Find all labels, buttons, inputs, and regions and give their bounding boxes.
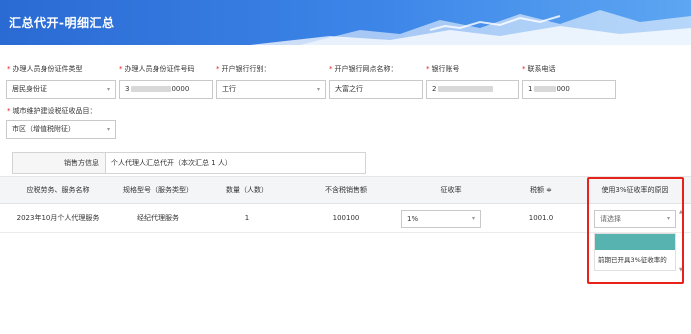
page-header: 汇总代开-明细汇总 xyxy=(0,0,691,45)
bank-account-input[interactable]: 2 xyxy=(426,80,519,99)
page-title: 汇总代开-明细汇总 xyxy=(9,16,115,30)
col-amount: 不含税销售额 xyxy=(325,186,367,194)
bank-branch-label: * 开户银行网点名称： xyxy=(329,65,398,73)
masked-value xyxy=(438,86,494,92)
id-type-select[interactable]: 居民身份证 ▾ xyxy=(6,80,116,99)
city-tax-label: * 城市维护建设税征收品目： xyxy=(7,107,97,115)
city-tax-select[interactable]: 市区（增值税附征） ▾ xyxy=(6,120,116,139)
rate-select[interactable]: 1% ▾ xyxy=(401,210,481,228)
seller-info-label: 销售方信息 xyxy=(13,153,106,173)
phone-input[interactable]: 1 000 xyxy=(522,80,616,99)
masked-value xyxy=(131,86,172,92)
cell-service: 2023年10月个人代理服务 xyxy=(16,214,100,222)
col-tax[interactable]: 税额 ≑ xyxy=(496,177,586,203)
seller-info-value: 个人代理人汇总代开（本次汇总 1 人） xyxy=(111,159,232,167)
id-type-label: * 办理人员身份证件类型 xyxy=(7,65,83,73)
chevron-down-icon: ▾ xyxy=(106,86,110,93)
bank-type-label: * 开户银行行别： xyxy=(216,65,271,73)
chevron-down-icon: ▾ xyxy=(471,215,475,222)
highlight-box xyxy=(587,177,684,284)
col-count: 数量（人数） xyxy=(226,186,268,194)
bank-type-select[interactable]: 工行 ▾ xyxy=(216,80,326,99)
chevron-down-icon: ▾ xyxy=(316,86,320,93)
id-number-input[interactable]: 3 0000 xyxy=(119,80,213,99)
masked-value xyxy=(534,86,557,92)
cell-spec: 经纪代理服务 xyxy=(137,214,179,222)
bank-branch-input[interactable]: 大富之行 xyxy=(329,80,423,99)
col-rate: 征收率 xyxy=(440,186,462,194)
cell-tax: 1001.0 xyxy=(528,214,554,222)
phone-label: * 联系电话 xyxy=(522,65,556,73)
cell-count: 1 xyxy=(244,214,250,222)
cell-amount: 100100 xyxy=(332,214,360,222)
col-service: 应税劳务、服务名称 xyxy=(26,186,90,194)
chevron-down-icon: ▾ xyxy=(106,126,110,133)
id-number-label: * 办理人员身份证件号码 xyxy=(119,65,195,73)
col-spec: 规格型号（服务类型） xyxy=(123,186,193,194)
bank-account-label: * 银行账号 xyxy=(426,65,460,73)
seller-info: 销售方信息 个人代理人汇总代开（本次汇总 1 人） xyxy=(12,152,366,174)
